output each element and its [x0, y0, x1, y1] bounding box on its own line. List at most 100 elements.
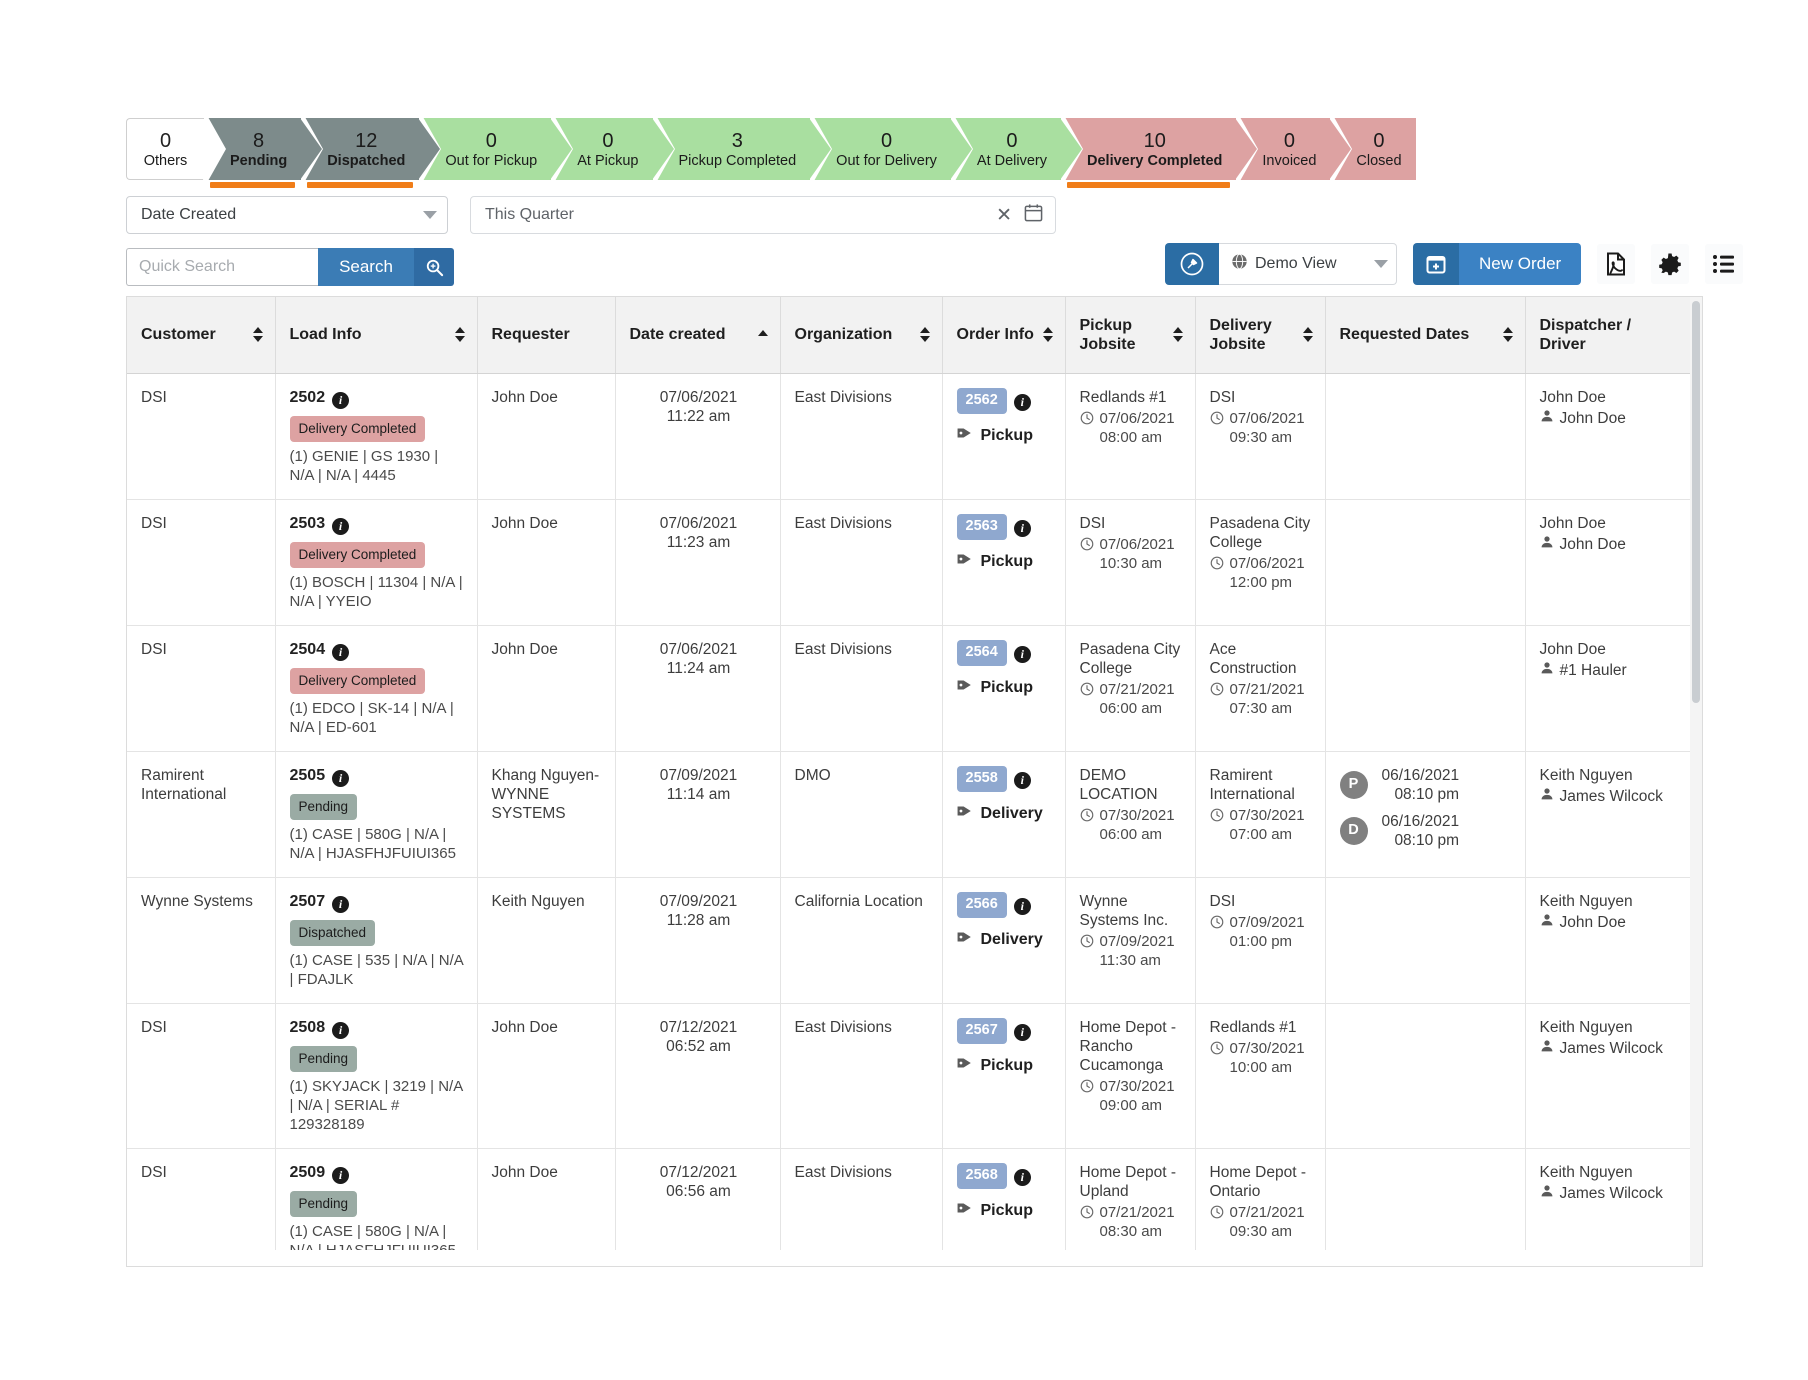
info-icon[interactable]: i — [1013, 897, 1031, 915]
delivery-jobsite-time: 07/30/2021 07:00 am — [1210, 806, 1313, 844]
column-header-load-info[interactable]: Load Info — [275, 297, 478, 374]
close-icon[interactable]: ✕ — [996, 206, 1012, 225]
cell-load-info: 2504 i Delivery Completed (1) EDCO | SK-14 … — [275, 625, 478, 752]
order-id-chip[interactable]: 2568 — [956, 1162, 1007, 1189]
info-icon[interactable]: i — [332, 769, 350, 787]
order-id-chip[interactable]: 2562 — [956, 387, 1007, 414]
pipeline-step-label: Out for Pickup — [445, 152, 538, 169]
pipeline-step-pickup-completed[interactable]: 3 Pickup Completed — [651, 117, 832, 181]
pipeline-step-active-underline — [1067, 182, 1231, 188]
table-row[interactable]: DSI 2504 i Delivery Completed (1) EDCO | SK-… — [127, 625, 1698, 752]
order-type-label: Delivery — [980, 930, 1043, 948]
date-created-date: 07/12/2021 — [659, 1163, 738, 1181]
chevron-down-icon — [1374, 260, 1388, 268]
pipeline-step-label: Others — [143, 152, 188, 169]
pipeline-step-out-for-delivery[interactable]: 0 Out for Delivery — [809, 117, 972, 181]
delivery-jobsite-name: DSI — [1209, 892, 1236, 910]
load-id[interactable]: 2503 — [290, 515, 326, 532]
list-options-button[interactable] — [1705, 244, 1744, 284]
sort-toggle-icon[interactable] — [1502, 327, 1513, 343]
info-icon[interactable]: i — [1013, 393, 1031, 411]
column-header-customer[interactable]: Customer — [127, 297, 276, 374]
load-id[interactable]: 2507 — [290, 893, 326, 910]
status-pipeline: 0 Others 8 Pending 12 Dispatched 0 Out for Pick… — [126, 117, 1416, 188]
load-id[interactable]: 2509 — [290, 1164, 326, 1181]
load-status-badge: Delivery Completed — [289, 415, 426, 442]
export-pdf-button[interactable] — [1597, 244, 1636, 284]
info-icon[interactable]: i — [1013, 519, 1031, 537]
cell-date-created: 07/06/2021 11:24 am — [615, 625, 781, 752]
load-id[interactable]: 2508 — [290, 1019, 326, 1036]
column-header-requested-dates[interactable]: Requested Dates — [1325, 297, 1526, 374]
cell-date-created: 07/09/2021 11:14 am — [615, 751, 781, 878]
order-id-chip[interactable]: 2566 — [956, 891, 1007, 918]
date-created-time: 06:52 am — [666, 1037, 731, 1055]
customer-name: DSI — [141, 1163, 167, 1181]
scrollbar-thumb[interactable] — [1692, 301, 1700, 703]
sort-toggle-icon[interactable] — [919, 327, 930, 343]
load-id[interactable]: 2505 — [290, 767, 326, 784]
dispatcher-name: John Doe — [1539, 388, 1606, 406]
column-header-organization[interactable]: Organization — [780, 297, 943, 374]
column-header-date-created[interactable]: Date created — [615, 297, 781, 374]
date-range-input[interactable]: This Quarter ✕ — [470, 196, 1056, 234]
customer-name: Wynne Systems — [141, 892, 253, 910]
new-order-button[interactable]: New Order — [1459, 243, 1582, 285]
load-id[interactable]: 2502 — [290, 389, 326, 406]
sort-toggle-icon[interactable] — [1042, 327, 1053, 343]
dispatcher-name: John Doe — [1539, 514, 1606, 532]
info-icon[interactable]: i — [332, 391, 350, 409]
driver-line: James Wilcock — [1540, 1039, 1687, 1058]
pin-view-button[interactable] — [1165, 243, 1219, 285]
table-row[interactable]: Ramirent International 2505 i Pending (1) CA… — [127, 751, 1698, 878]
info-icon[interactable]: i — [1013, 771, 1031, 789]
order-id-chip[interactable]: 2567 — [956, 1017, 1007, 1044]
pipeline-step-others[interactable]: 0 Others — [126, 118, 225, 181]
info-icon[interactable]: i — [332, 1021, 350, 1039]
sort-toggle-icon[interactable] — [1172, 327, 1183, 343]
search-input[interactable] — [126, 248, 318, 286]
info-icon[interactable]: i — [1013, 645, 1031, 663]
search-button[interactable]: Search — [318, 248, 414, 286]
delivery-jobsite-name: Redlands #1 — [1209, 1018, 1297, 1036]
pipeline-step-count: 12 — [355, 129, 378, 152]
date-created-time: 11:24 am — [666, 659, 731, 677]
cell-organization: East Divisions — [780, 1003, 943, 1149]
sort-ascending-icon[interactable] — [757, 330, 768, 339]
info-icon[interactable]: i — [332, 517, 350, 535]
sort-toggle-icon[interactable] — [1302, 327, 1313, 343]
requested-date-value: 06/16/2021 08:10 pm — [1381, 812, 1460, 849]
cell-customer: Wynne Systems — [127, 877, 276, 1004]
info-icon[interactable]: i — [1013, 1023, 1031, 1041]
table-row[interactable]: DSI 2503 i Delivery Completed (1) BOSCH | 11… — [127, 499, 1698, 626]
pipeline-step-delivery-completed[interactable]: 10 Delivery Completed — [1060, 117, 1258, 188]
column-header-pickup-jobsite[interactable]: Pickup Jobsite — [1065, 297, 1196, 374]
table-row[interactable]: Wynne Systems 2507 i Dispatched (1) CASE | 5… — [127, 877, 1698, 1004]
info-icon[interactable]: i — [332, 643, 350, 661]
info-icon[interactable]: i — [332, 895, 350, 913]
cell-pickup-jobsite: Home Depot - Rancho Cucamonga 07/30/2021 0… — [1065, 1003, 1196, 1149]
organization-name: East Divisions — [794, 1018, 892, 1036]
column-header-label: Requested Dates — [1339, 326, 1470, 344]
calendar-icon[interactable] — [1024, 203, 1043, 227]
info-icon[interactable]: i — [1013, 1168, 1031, 1186]
sort-toggle-icon[interactable] — [454, 327, 465, 343]
advanced-search-icon-button[interactable] — [414, 248, 454, 286]
load-id[interactable]: 2504 — [290, 641, 326, 658]
calendar-view-button[interactable] — [1413, 243, 1459, 285]
order-id-chip[interactable]: 2564 — [956, 639, 1007, 666]
info-icon[interactable]: i — [332, 1166, 350, 1184]
order-id-chip[interactable]: 2563 — [956, 513, 1007, 540]
table-row[interactable]: DSI 2502 i Delivery Completed (1) GENIE | GS… — [127, 373, 1698, 500]
settings-gear-button[interactable] — [1651, 244, 1690, 284]
sort-toggle-icon[interactable] — [252, 327, 263, 343]
order-id-chip[interactable]: 2558 — [956, 765, 1007, 792]
column-header-delivery-jobsite[interactable]: Delivery Jobsite — [1195, 297, 1326, 374]
driver-name: James Wilcock — [1559, 1184, 1663, 1202]
table-row[interactable]: DSI 2508 i Pending (1) SKYJACK | 3219 | N/A … — [127, 1003, 1698, 1149]
view-select[interactable]: Demo View — [1219, 243, 1397, 285]
pipeline-chevron-icon — [418, 118, 441, 180]
table-vertical-scrollbar[interactable] — [1690, 297, 1702, 1266]
date-field-select[interactable]: Date Created — [126, 196, 448, 234]
column-header-order-info[interactable]: Order Info — [942, 297, 1066, 374]
